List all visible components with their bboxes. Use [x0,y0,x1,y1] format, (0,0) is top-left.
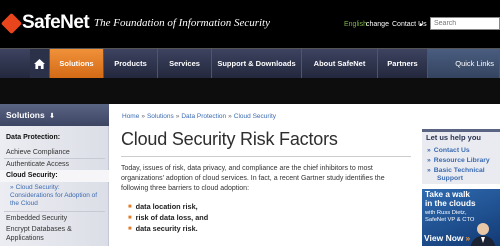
contact-arrow-icon: ▸ [420,22,424,28]
sidebar-heading-label: Solutions [6,110,45,120]
sidebar: Solutions ⬇ Data Protection: Achieve Com… [0,104,109,246]
logo-text: SafeNet [22,12,90,33]
header-band [0,78,500,104]
breadcrumb-cloud-security[interactable]: Cloud Security [234,113,276,120]
promo-subtitle-line1: with Russ Dietz, [425,210,467,216]
help-link-contact-us[interactable]: » Contact Us [427,147,470,155]
barrier-item: ■ risk of data loss, and [128,213,208,222]
promo-headline-line2: in the clouds [425,198,476,208]
home-icon [34,58,45,69]
help-link-label: Resource Library [433,157,490,164]
bullet-icon: » [427,147,431,154]
help-panel-title: Let us help you [426,133,482,142]
language-label: English [344,21,367,28]
breadcrumb-separator: » [175,113,180,120]
square-bullet-icon: ■ [128,226,132,232]
nav-tab-products[interactable]: Products [104,49,158,78]
promo-banner[interactable]: Take a walk in the clouds with Russ Diet… [422,189,500,246]
breadcrumb-separator: » [141,113,145,120]
sidebar-subitem-label: Cloud Security: Considerations for Adopt… [10,184,98,207]
barrier-text: risk of data loss, and [135,213,209,222]
help-link-resource-library[interactable]: » Resource Library [427,157,490,165]
sidebar-item-encrypt-databases[interactable]: Encrypt Databases & [6,226,72,233]
square-bullet-icon: ■ [128,215,132,221]
home-button[interactable] [30,49,50,78]
sidebar-section-data-protection: Data Protection: [6,134,61,141]
nav-tab-about[interactable]: About SafeNet [302,49,378,78]
title-divider [121,156,411,157]
breadcrumb-separator: » [228,113,232,120]
barrier-text: data location risk, [135,202,198,211]
square-bullet-icon: ■ [128,204,132,210]
bullet-icon: » [10,184,14,191]
view-now-label: View Now [424,233,464,243]
barrier-text: data security risk. [135,224,198,233]
language-change-link[interactable]: change [366,21,389,28]
sidebar-item-embedded-security[interactable]: Embedded Security [6,215,67,222]
site-header: SafeNet The Foundation of Information Se… [0,0,500,48]
tagline: The Foundation of Information Security [94,17,270,29]
nav-tab-services[interactable]: Services [158,49,212,78]
quick-links-menu[interactable]: Quick Links [428,49,500,78]
sidebar-section-cloud-security[interactable]: Cloud Security: [6,172,58,179]
main-nav: Solutions Products Services Support & Do… [0,48,500,78]
help-link-label: Contact Us [433,147,470,154]
breadcrumb-data-protection[interactable]: Data Protection [181,113,226,120]
safenet-logo[interactable]: SafeNet [0,6,96,40]
bullet-icon: » [427,157,431,164]
barrier-item: ■ data location risk, [128,202,198,211]
view-now-button[interactable]: View Now» [424,233,470,243]
help-link-technical-support[interactable]: » Basic Technical [427,167,485,175]
sidebar-divider [4,158,105,159]
intro-paragraph: Today, issues of risk, data privacy, and… [121,165,385,192]
logo-mark-icon [0,12,23,34]
barrier-item: ■ data security risk. [128,224,198,233]
sidebar-item-applications[interactable]: Applications [6,235,44,242]
search-input[interactable] [430,17,500,30]
sidebar-item-achieve-compliance[interactable]: Achieve Compliance [6,149,70,156]
person-photo [470,223,496,246]
sidebar-divider [4,211,105,212]
breadcrumb-home[interactable]: Home [122,113,139,120]
help-link-technical-support-line2[interactable]: Support [437,175,463,183]
sidebar-item-authenticate-access[interactable]: Authenticate Access [6,161,69,168]
breadcrumb-solutions[interactable]: Solutions [147,113,174,120]
breadcrumb: Home» Solutions» Data Protection» Cloud Sec… [122,113,276,120]
down-arrow-icon: ⬇ [49,113,55,120]
help-link-label: Basic Technical [433,167,485,174]
nav-tab-solutions[interactable]: Solutions [50,49,104,78]
promo-headline: Take a walk in the clouds [425,190,476,208]
sidebar-subitem-cloud-considerations[interactable]: » Cloud Security: Considerations for Adop… [10,184,102,208]
page-title: Cloud Security Risk Factors [121,129,338,149]
nav-tab-partners[interactable]: Partners [378,49,428,78]
arrow-icon: » [465,233,471,243]
help-panel: Let us help you » Contact Us » Resource Li… [422,129,500,184]
nav-tab-support-downloads[interactable]: Support & Downloads [212,49,302,78]
sidebar-heading: Solutions ⬇ [0,104,109,126]
bullet-icon: » [427,167,431,174]
